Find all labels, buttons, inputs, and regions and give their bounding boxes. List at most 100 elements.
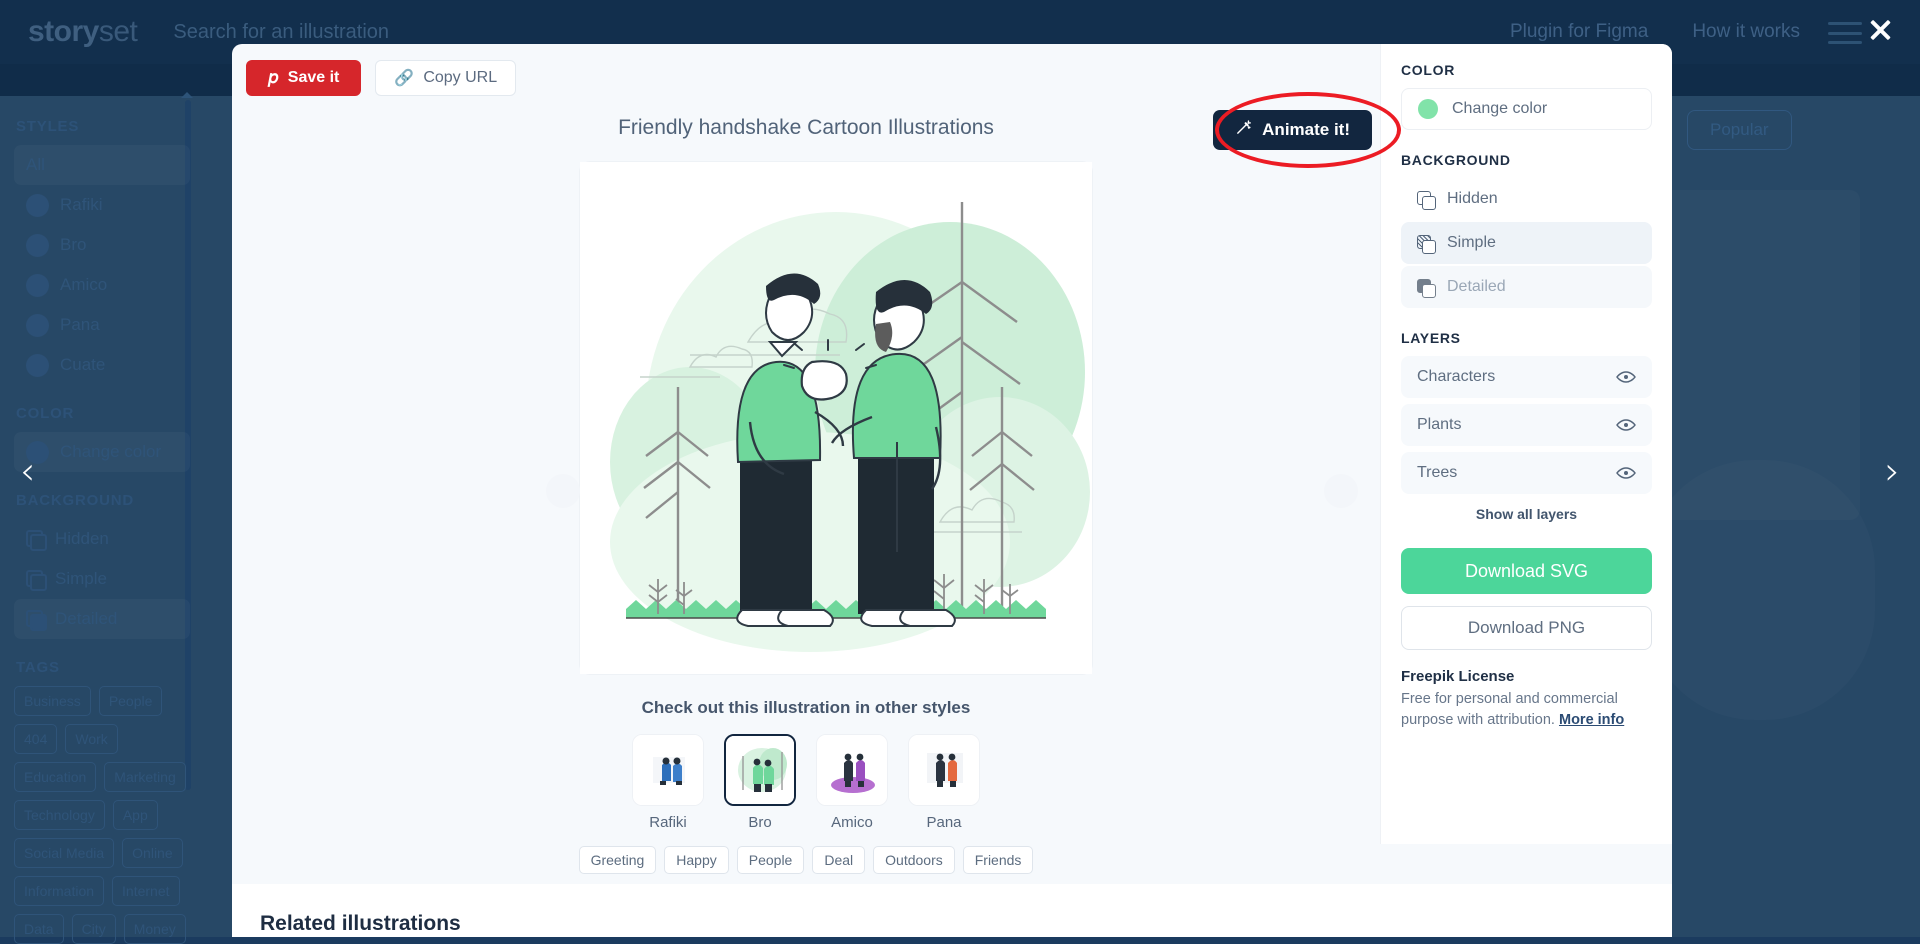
style-option-pana[interactable]: Pana [908, 734, 980, 831]
license-more-info-link[interactable]: More info [1559, 712, 1624, 728]
show-all-layers-button[interactable]: Show all layers [1401, 506, 1652, 522]
avatar-rafiki-icon [26, 194, 49, 217]
animate-it-button[interactable]: Animate it! [1213, 110, 1372, 150]
bg-background-detailed[interactable]: Detailed [14, 599, 190, 639]
eye-icon[interactable] [1616, 418, 1636, 432]
illustration-tags: Greeting Happy People Deal Outdoors Frie… [232, 846, 1380, 874]
avatar-amico-icon [26, 274, 49, 297]
background-sidebar: STYLES All Rafiki Bro Amico Pana Cuate C… [0, 96, 212, 937]
save-it-button[interactable]: 𝘱 Save it [246, 60, 361, 96]
logo-secondary: set [99, 15, 138, 49]
illustration-prev-button[interactable]: chevron-left-icon [546, 474, 580, 508]
style-option-amico[interactable]: Amico [816, 734, 888, 831]
bg-tag[interactable]: Information [14, 876, 104, 906]
nav-how-it-works[interactable]: How it works [1692, 21, 1800, 43]
bg-background-simple[interactable]: Simple [14, 559, 190, 599]
page-prev-arrow-icon[interactable]: ‹ [20, 452, 35, 490]
bg-style-all[interactable]: All [14, 145, 190, 185]
nav-plugin-figma[interactable]: Plugin for Figma [1510, 21, 1648, 43]
bg-tag[interactable]: Internet [112, 876, 179, 906]
site-logo[interactable]: storyset [28, 15, 137, 49]
download-svg-button[interactable]: Download SVG [1401, 548, 1652, 594]
license-title: Freepik License [1401, 668, 1652, 685]
layer-row-characters[interactable]: Characters [1401, 356, 1652, 398]
copy-url-button[interactable]: 🔗 Copy URL [375, 60, 516, 96]
avatar-cuate-icon [26, 354, 49, 377]
background-simple-label: Simple [1447, 234, 1496, 252]
layers-hatch-icon [26, 570, 44, 588]
change-color-button[interactable]: Change color [1401, 88, 1652, 130]
bg-styles-title: STYLES [16, 118, 190, 135]
bg-tag[interactable]: Work [65, 724, 117, 754]
layer-row-trees[interactable]: Trees [1401, 452, 1652, 494]
panel-background-title: BACKGROUND [1401, 152, 1652, 168]
tag-chip[interactable]: Deal [812, 846, 865, 874]
popular-button[interactable]: Popular [1687, 110, 1792, 150]
illustration-stage[interactable] [580, 162, 1092, 674]
style-thumb-bro [724, 734, 796, 806]
tag-chip[interactable]: Greeting [579, 846, 657, 874]
illustration-detail-modal: 𝘱 Save it 🔗 Copy URL Friendly handshake … [232, 44, 1672, 937]
bg-tag[interactable]: 404 [14, 724, 57, 754]
style-thumb-pana [908, 734, 980, 806]
bg-style-rafiki[interactable]: Rafiki [14, 185, 190, 225]
bg-style-cuate[interactable]: Cuate [14, 345, 190, 385]
bg-tag[interactable]: Business [14, 686, 91, 716]
style-option-bro[interactable]: Bro [724, 734, 796, 831]
bg-tag[interactable]: Social Media [14, 838, 114, 868]
bg-tag[interactable]: People [99, 686, 163, 716]
bg-background-simple-label: Simple [55, 569, 107, 589]
eye-icon[interactable] [1616, 370, 1636, 384]
license-text: Free for personal and commercial purpose… [1401, 689, 1652, 731]
other-styles-row: Rafiki Bro Amico Pana [232, 734, 1380, 831]
animate-it-label: Animate it! [1262, 120, 1350, 140]
bg-tag[interactable]: Marketing [104, 762, 185, 792]
hamburger-icon[interactable] [1828, 22, 1862, 44]
bg-style-bro[interactable]: Bro [14, 225, 190, 265]
bg-style-rafiki-label: Rafiki [60, 195, 103, 215]
bg-tag[interactable]: Technology [14, 800, 105, 830]
eye-icon[interactable] [1616, 466, 1636, 480]
bg-tag[interactable]: App [113, 800, 158, 830]
layer-label-plants: Plants [1417, 416, 1461, 434]
background-option-simple[interactable]: Simple [1401, 222, 1652, 264]
layer-row-plants[interactable]: Plants [1401, 404, 1652, 446]
bg-tag[interactable]: City [72, 914, 116, 944]
style-label-rafiki: Rafiki [632, 814, 704, 831]
style-option-rafiki[interactable]: Rafiki [632, 734, 704, 831]
page-next-arrow-icon[interactable]: › [1885, 452, 1900, 490]
download-png-button[interactable]: Download PNG [1401, 606, 1652, 650]
bg-tag[interactable]: Education [14, 762, 96, 792]
tag-chip[interactable]: Outdoors [873, 846, 955, 874]
tag-chip[interactable]: Happy [664, 846, 728, 874]
style-thumb-amico [816, 734, 888, 806]
style-label-bro: Bro [724, 814, 796, 831]
bg-style-pana[interactable]: Pana [14, 305, 190, 345]
bg-tag[interactable]: Online [122, 838, 182, 868]
tag-chip[interactable]: People [737, 846, 805, 874]
color-swatch-icon [1418, 99, 1438, 119]
tag-chip[interactable]: Friends [963, 846, 1034, 874]
bg-change-color[interactable]: Change color [14, 432, 190, 472]
layers-hatch-icon [1417, 235, 1434, 252]
link-icon: 🔗 [394, 68, 414, 88]
bg-background-hidden[interactable]: Hidden [14, 519, 190, 559]
background-option-hidden[interactable]: Hidden [1401, 178, 1652, 220]
search-input[interactable]: Search for an illustration [173, 21, 389, 44]
license-section: Freepik License Free for personal and co… [1401, 668, 1652, 731]
style-label-pana: Pana [908, 814, 980, 831]
copy-url-label: Copy URL [423, 69, 497, 87]
illustration-next-button[interactable]: chevron-right-icon [1324, 474, 1358, 508]
layers-outline-icon [1417, 191, 1434, 208]
bg-style-amico[interactable]: Amico [14, 265, 190, 305]
bg-tags-title: TAGS [16, 659, 190, 676]
change-color-label: Change color [1452, 100, 1547, 118]
bg-tag[interactable]: Data [14, 914, 64, 944]
bg-color-title: COLOR [16, 405, 190, 422]
background-option-detailed[interactable]: Detailed [1401, 266, 1652, 308]
bg-tag[interactable]: Money [124, 914, 186, 944]
style-thumb-rafiki [632, 734, 704, 806]
bg-background-hidden-label: Hidden [55, 529, 109, 549]
bg-style-cuate-label: Cuate [60, 355, 105, 375]
close-icon[interactable] [1864, 14, 1896, 46]
